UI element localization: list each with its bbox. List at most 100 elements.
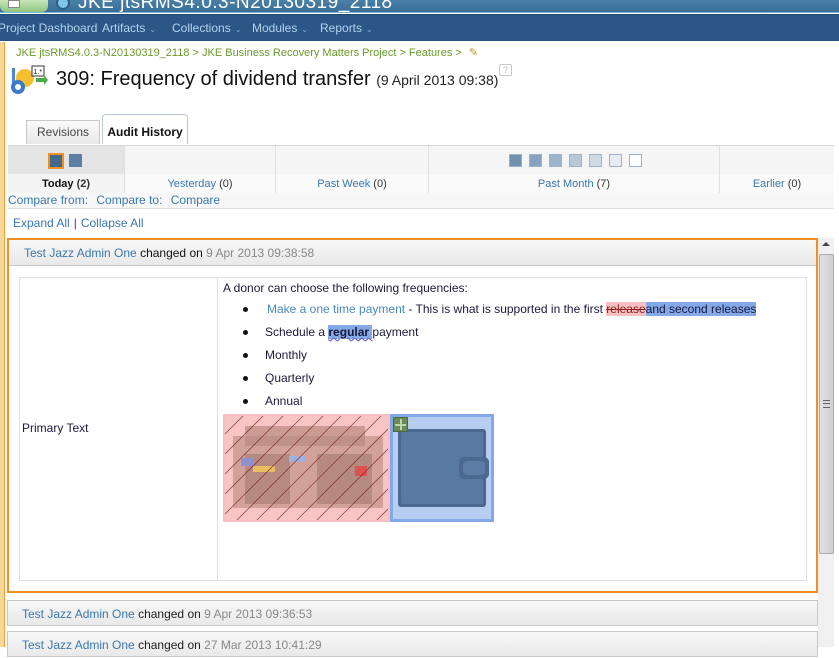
timeline-label-text: Yesterday [167, 178, 216, 190]
revision-marker[interactable] [529, 154, 542, 167]
page-title: 309: Frequency of dividend transfer (9 A… [56, 68, 498, 91]
user-link[interactable]: Test Jazz Admin One [22, 638, 135, 652]
audit-entry-header[interactable]: Test Jazz Admin One changed on 9 Apr 201… [9, 240, 816, 266]
timeline-count: (2) [76, 178, 91, 190]
nav-label: Artifacts [102, 21, 146, 35]
change-date: 9 Apr 2013 09:38:58 [206, 246, 315, 260]
artifact-title: 309: Frequency of dividend transfer [56, 68, 371, 90]
change-date: 9 Apr 2013 09:36:53 [204, 607, 313, 621]
timeline-label: Today (2) [8, 174, 124, 194]
app-logo-icon [56, 0, 70, 10]
item-text: Monthly [265, 348, 308, 362]
window-title-bar: JKE jtsRMS4.0.3-N20130319_2118 [0, 0, 839, 13]
timeline-label-text: Earlier [752, 178, 785, 190]
revision-marker[interactable] [69, 154, 82, 167]
audit-entry-collapsed[interactable]: Test Jazz Admin One changed on 27 Mar 20… [7, 631, 818, 657]
timeline-markers [720, 146, 834, 174]
revision-marker[interactable] [509, 154, 522, 167]
grip-icon [823, 400, 830, 408]
timeline-markers [8, 146, 124, 174]
item-text: Schedule a [265, 325, 329, 339]
user-link[interactable]: Test Jazz Admin One [22, 607, 135, 621]
attribute-name: Primary Text [22, 421, 89, 435]
nav-label: Modules [252, 21, 298, 35]
attribute-cell: Primary Text [20, 278, 218, 580]
expand-collapse-controls: Expand All | Collapse All [13, 216, 144, 230]
timeline-yesterday[interactable]: Yesterday (0) [125, 146, 276, 194]
nav-label: Collections [172, 21, 231, 35]
change-verb: changed on [140, 246, 203, 260]
timeline-past-month[interactable]: Past Month (7) [429, 146, 720, 194]
tab-audit-history[interactable]: Audit History [102, 114, 188, 144]
item-text: Annual [265, 394, 303, 408]
compare-button[interactable]: Compare [171, 193, 220, 207]
vertical-scrollbar[interactable] [818, 238, 834, 647]
audit-entry-expanded: Test Jazz Admin One changed on 9 Apr 201… [7, 238, 818, 593]
change-date: 27 Mar 2013 10:41:29 [204, 638, 322, 652]
value-cell: A donor can choose the following frequen… [219, 278, 806, 580]
home-tab[interactable] [0, 0, 48, 12]
svg-text:1.*: 1.* [34, 69, 43, 76]
scrollbar-thumb[interactable] [819, 254, 834, 554]
list-item: Monthly [241, 344, 756, 367]
timeline-count: (0) [219, 178, 233, 190]
timeline-label: Past Month (7) [429, 174, 719, 194]
timeline-count: (7) [596, 178, 611, 190]
chevron-down-icon: ⌄ [234, 25, 242, 34]
expand-all-link[interactable]: Expand All [13, 216, 70, 230]
revision-marker[interactable] [589, 154, 602, 167]
nav-modules[interactable]: Modules ⌄ [252, 21, 308, 35]
compare-from[interactable]: Compare from: [8, 193, 88, 207]
artifact-timestamp: (9 April 2013 09:38) [376, 72, 499, 88]
deleted-text: release [606, 302, 646, 316]
frequency-list: Make a one time payment - This is what i… [241, 298, 757, 413]
one-time-payment-link[interactable]: Make a one time payment [267, 302, 405, 316]
breadcrumb-path[interactable]: JKE jtsRMS4.0.3-N20130319_2118 > JKE Bus… [16, 47, 462, 59]
timeline-label: Past Week (0) [276, 174, 428, 194]
timeline-count: (0) [373, 178, 387, 190]
open-wallet-image [225, 416, 388, 520]
compare-to[interactable]: Compare to: [96, 193, 162, 207]
nav-collections[interactable]: Collections ⌄ [172, 21, 241, 35]
revision-marker[interactable] [549, 154, 562, 167]
timeline-markers [429, 146, 719, 174]
change-verb: changed on [138, 638, 201, 652]
timeline-label-text: Past Month [537, 178, 594, 190]
user-link[interactable]: Test Jazz Admin One [24, 246, 137, 260]
audit-entry-collapsed[interactable]: Test Jazz Admin One changed on 9 Apr 201… [7, 600, 818, 626]
tab-revisions[interactable]: Revisions [26, 120, 100, 144]
item-text: - This is what is supported in the first [405, 302, 607, 316]
collapse-all-link[interactable]: Collapse All [81, 216, 144, 230]
inserted-text: and second releases [645, 302, 757, 316]
nav-reports[interactable]: Reports ⌄ [320, 21, 373, 35]
app-title: JKE jtsRMS4.0.3-N20130319_2118 [78, 0, 393, 13]
revision-marker[interactable] [569, 154, 582, 167]
nav-project-dashboard[interactable]: Project Dashboard [0, 21, 97, 35]
chevron-down-icon: ⌄ [366, 25, 373, 34]
nav-artifacts[interactable]: Artifacts ⌄ [102, 21, 156, 35]
compare-bar: Compare from: Compare to: Compare [8, 193, 834, 209]
feature-artifact-icon: 1.* [11, 65, 48, 94]
breadcrumb[interactable]: JKE jtsRMS4.0.3-N20130319_2118 > JKE Bus… [16, 46, 478, 59]
help-icon[interactable]: ? [499, 64, 512, 76]
timeline-count: (0) [787, 178, 802, 190]
timeline-today[interactable]: Today (2) [8, 146, 125, 194]
revision-marker[interactable] [609, 154, 622, 167]
main-nav: Project Dashboard Artifacts ⌄ Collections… [0, 14, 839, 41]
chevron-down-icon: ⌄ [301, 25, 309, 34]
revision-marker[interactable] [629, 154, 642, 167]
timeline-earlier[interactable]: Earlier (0) [720, 146, 834, 194]
list-item: Annual [241, 390, 756, 413]
inserted-text: regular [328, 325, 373, 339]
timeline-past-week[interactable]: Past Week (0) [276, 146, 429, 194]
list-item: Make a one time payment - This is what i… [241, 298, 757, 321]
scroll-up-arrow-icon[interactable] [822, 242, 830, 246]
revision-marker[interactable] [48, 153, 64, 169]
timeline-label-text: Past Week [317, 178, 371, 190]
timeline-label-text: Today [41, 178, 74, 190]
diff-table: Primary Text A donor can choose the foll… [19, 277, 807, 581]
item-text: payment [372, 325, 419, 339]
edit-icon[interactable]: ✎ [469, 47, 478, 59]
closed-wallet-image [398, 429, 489, 507]
intro-text: A donor can choose the following frequen… [223, 281, 468, 295]
